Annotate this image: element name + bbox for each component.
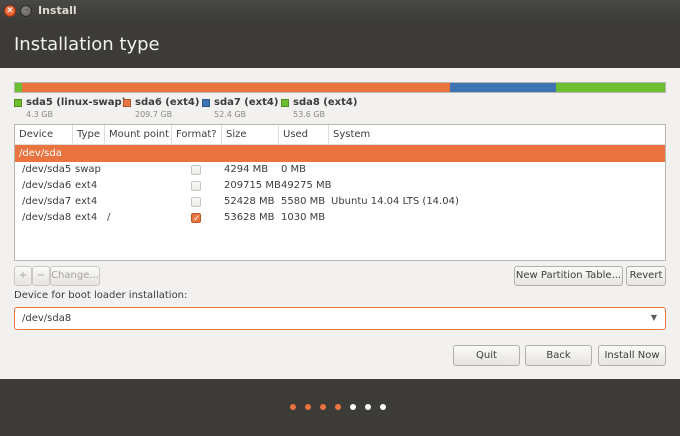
device-cell: /dev/sda7 [22, 196, 72, 207]
type-cell: swap [75, 164, 101, 175]
format-checkbox[interactable] [191, 211, 201, 227]
progress-dot-pending [365, 404, 371, 410]
install-now-button[interactable]: Install Now [598, 345, 666, 366]
column-header-used[interactable]: Used [278, 125, 328, 145]
device-cell: /dev/sda5 [22, 164, 72, 175]
dropdown-arrow-icon: ▼ [650, 313, 657, 322]
close-window-button[interactable]: ✕ [4, 5, 16, 17]
type-cell: ext4 [75, 212, 98, 223]
column-header-device[interactable]: Device [15, 125, 72, 145]
legend-name: sda8 (ext4) [293, 97, 358, 108]
legend-swatch [281, 99, 289, 107]
format-checkbox[interactable] [191, 181, 201, 191]
legend-swatch [123, 99, 131, 107]
progress-dot-pending [380, 404, 386, 410]
progress-dot-complete [305, 404, 311, 410]
table-row[interactable]: /dev/sda5 swap 4294 MB 0 MB [15, 162, 665, 178]
usage-segment [21, 83, 450, 92]
legend-swatch [202, 99, 210, 107]
legend-size: 53.6 GB [293, 110, 326, 119]
used-cell: 0 MB [281, 164, 307, 175]
column-header-format[interactable]: Format? [171, 125, 221, 145]
window-titlebar: ✕ – Install [0, 0, 680, 22]
used-cell: 49275 MB [281, 180, 332, 191]
quit-button[interactable]: Quit [453, 345, 520, 366]
legend-size: 52.4 GB [214, 110, 247, 119]
legend-name: sda5 (linux-swap) [26, 97, 127, 108]
revert-button[interactable]: Revert [626, 266, 666, 286]
table-header: Device Type Mount point Format? Size Use… [15, 125, 665, 145]
installer-footer [0, 379, 680, 436]
bootloader-device-select[interactable]: /dev/sda8 ▼ [14, 307, 666, 330]
system-cell: Ubuntu 14.04 LTS (14.04) [331, 196, 459, 207]
device-cell: /dev/sda [19, 148, 62, 159]
page-title: Installation type [14, 34, 160, 55]
progress-dot-complete [320, 404, 326, 410]
device-cell: /dev/sda6 [22, 180, 72, 191]
table-row[interactable]: /dev/sda7 ext4 52428 MB 5580 MB Ubuntu 1… [15, 194, 665, 210]
size-cell: 53628 MB [224, 212, 275, 223]
type-cell: ext4 [75, 180, 98, 191]
close-icon: ✕ [6, 6, 14, 16]
usage-segment [555, 83, 665, 92]
used-cell: 5580 MB [281, 196, 326, 207]
legend-swatch [14, 99, 22, 107]
add-partition-button[interactable]: + [14, 266, 32, 286]
bootloader-device-value: /dev/sda8 [22, 313, 72, 324]
legend-name: sda7 (ext4) [214, 97, 279, 108]
size-cell: 4294 MB [224, 164, 269, 175]
mount-cell: / [107, 212, 111, 223]
window-title: Install [38, 4, 77, 17]
table-row[interactable]: /dev/sda8 ext4 / 53628 MB 1030 MB [15, 210, 665, 227]
progress-dot-complete [335, 404, 341, 410]
bootloader-label: Device for boot loader installation: [14, 290, 188, 301]
progress-dot-complete [290, 404, 296, 410]
type-cell: ext4 [75, 196, 98, 207]
format-checkbox[interactable] [191, 197, 201, 207]
size-cell: 52428 MB [224, 196, 275, 207]
partition-table[interactable]: Device Type Mount point Format? Size Use… [14, 124, 666, 261]
column-header-size[interactable]: Size [221, 125, 278, 145]
legend-size: 209.7 GB [135, 110, 173, 119]
new-partition-table-button[interactable]: New Partition Table... [514, 266, 623, 286]
legend-size: 4.3 GB [26, 110, 53, 119]
minimize-icon: – [23, 5, 29, 15]
table-row[interactable]: /dev/sda6 ext4 209715 MB 49275 MB [15, 178, 665, 194]
progress-dot-pending [350, 404, 356, 410]
usage-segment [449, 83, 556, 92]
table-row-disk[interactable]: /dev/sda [15, 145, 665, 162]
page-header: Installation type [0, 22, 680, 68]
column-header-mount-point[interactable]: Mount point [104, 125, 171, 145]
back-button[interactable]: Back [525, 345, 592, 366]
legend-name: sda6 (ext4) [135, 97, 200, 108]
device-cell: /dev/sda8 [22, 212, 72, 223]
minimize-window-button[interactable]: – [20, 5, 32, 17]
change-partition-button[interactable]: Change... [50, 266, 100, 286]
format-checkbox[interactable] [191, 165, 201, 175]
used-cell: 1030 MB [281, 212, 326, 223]
remove-partition-button[interactable]: − [32, 266, 50, 286]
size-cell: 209715 MB [224, 180, 281, 191]
column-header-type[interactable]: Type [72, 125, 104, 145]
disk-usage-bar [14, 82, 666, 93]
column-header-system[interactable]: System [328, 125, 665, 145]
